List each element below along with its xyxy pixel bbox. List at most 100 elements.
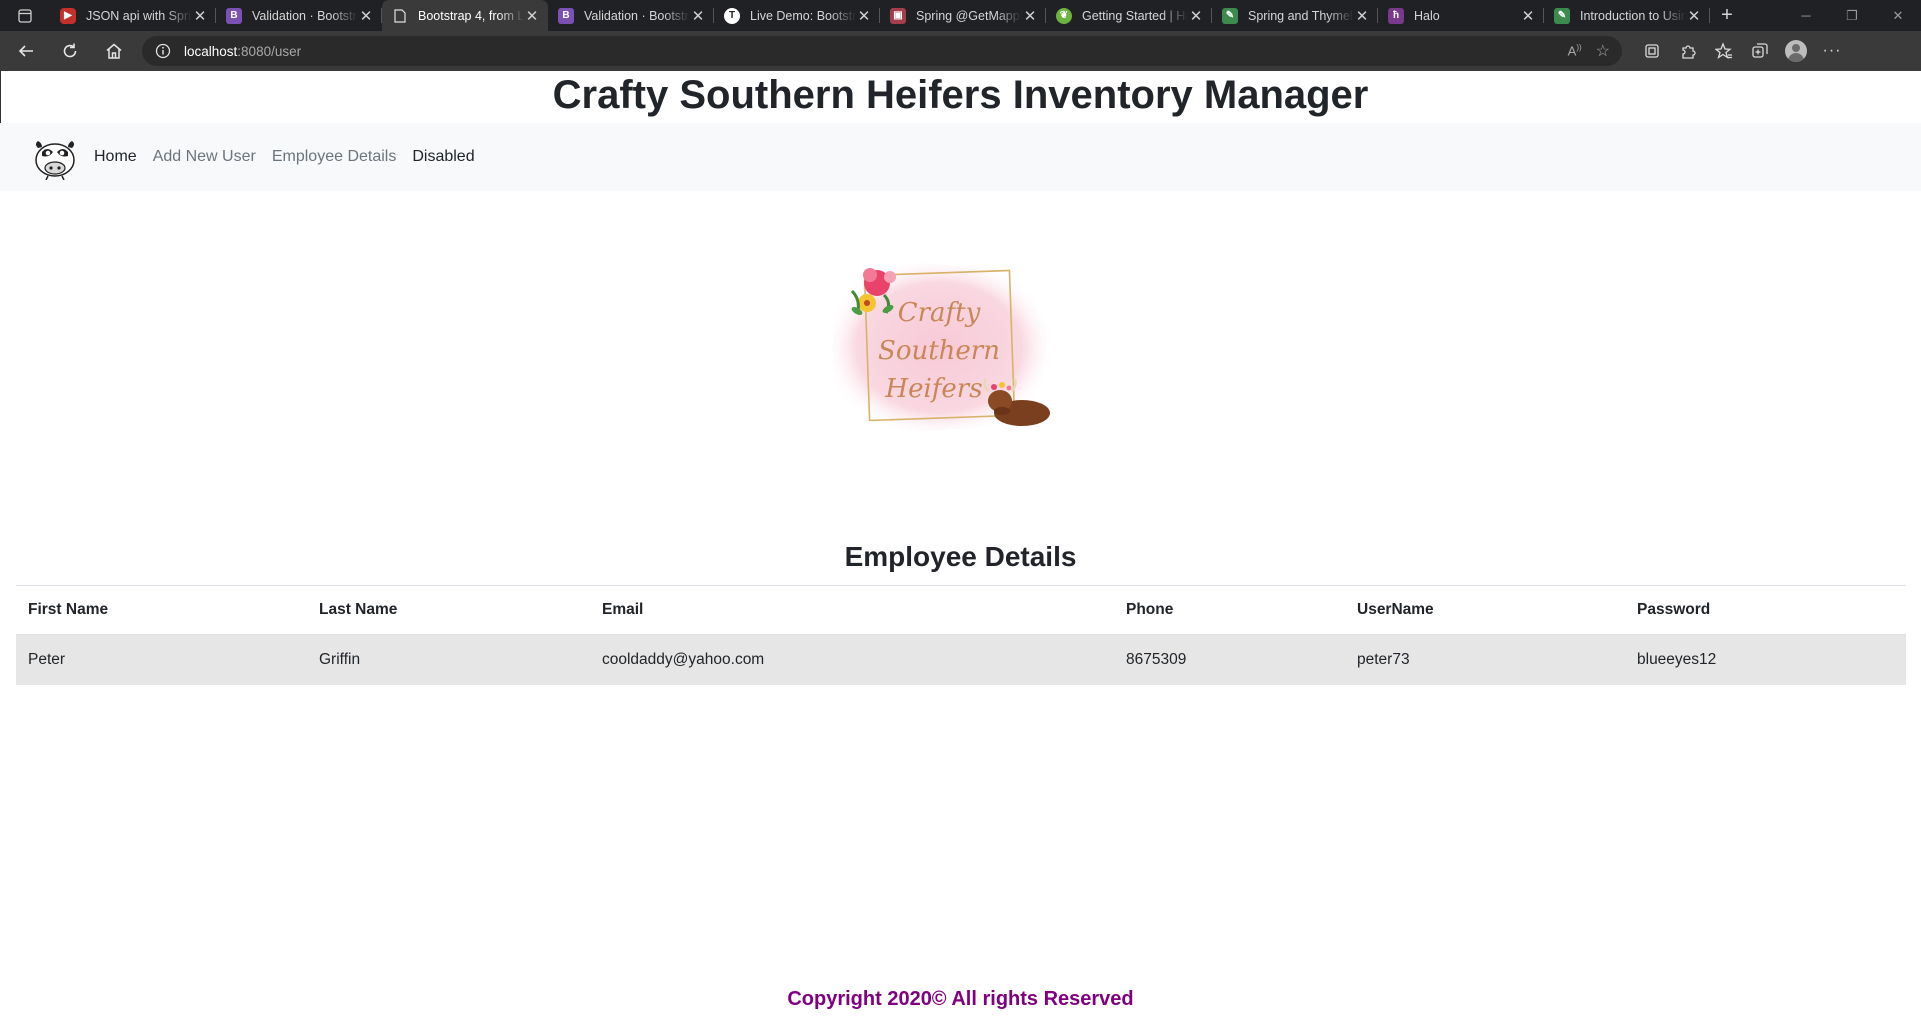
tab-title: Getting Started | Handling xyxy=(1082,8,1188,23)
cell-first-name: Peter xyxy=(16,634,307,685)
tab-close-icon[interactable]: ✕ xyxy=(856,8,872,25)
nav-disabled-link[interactable]: Disabled xyxy=(412,148,474,166)
tab-close-icon[interactable]: ✕ xyxy=(1686,8,1702,25)
minimize-button[interactable]: ─ xyxy=(1783,0,1829,31)
cell-last-name: Griffin xyxy=(307,634,590,685)
tab-close-icon[interactable]: ✕ xyxy=(690,8,706,25)
nav-add-new-user-link[interactable]: Add New User xyxy=(153,148,256,166)
home-icon xyxy=(106,43,122,59)
cell-email: cooldaddy@yahoo.com xyxy=(590,634,1114,685)
tab-close-icon[interactable]: ✕ xyxy=(1520,8,1536,25)
table-row: Peter Griffin cooldaddy@yahoo.com 867530… xyxy=(16,634,1906,685)
tab-title: Spring @GetMapping xyxy=(916,8,1022,23)
refresh-button[interactable] xyxy=(52,35,88,67)
site-title: Crafty Southern Heifers Inventory Manage… xyxy=(552,73,1369,117)
site-favicon-icon: ▣ xyxy=(890,7,906,24)
cell-username: peter73 xyxy=(1345,634,1625,685)
table-header-row: First Name Last Name Email Phone UserNam… xyxy=(16,585,1906,635)
tab-actions-icon xyxy=(18,8,32,23)
browser-tab-2[interactable]: B Validation · Bootstrap ✕ xyxy=(216,0,382,31)
hero-line-1: Crafty xyxy=(898,298,981,328)
profile-avatar-icon xyxy=(1785,40,1807,62)
tab-title: Spring and Thymeleaf xyxy=(1248,8,1354,23)
spring-favicon-icon: ❦ xyxy=(1056,7,1072,24)
collections-icon xyxy=(1752,43,1768,58)
close-icon: ✕ xyxy=(1892,7,1904,23)
crafty-southern-heifers-logo: Crafty Southern Heifers xyxy=(832,263,1050,432)
col-header-first-name: First Name xyxy=(16,585,307,635)
profile-button[interactable] xyxy=(1778,35,1814,67)
browser-tab-4[interactable]: B Validation · Bootstrap ✕ xyxy=(548,0,714,31)
tab-title: Live Demo: Bootstrap xyxy=(750,8,856,23)
refresh-icon xyxy=(63,43,77,58)
nav-home-link[interactable]: Home xyxy=(94,148,137,166)
page-favicon-icon xyxy=(392,8,408,24)
page-viewport: Crafty Southern Heifers Inventory Manage… xyxy=(0,71,1921,1021)
tab-title: Introduction to Using xyxy=(1580,8,1686,23)
close-window-button[interactable]: ✕ xyxy=(1875,0,1921,31)
puzzle-icon xyxy=(1682,45,1696,59)
tab-title: Bootstrap 4, from LayoutIt xyxy=(418,8,524,23)
settings-menu-button[interactable]: ··· xyxy=(1814,35,1850,67)
hero-line-2: Southern xyxy=(878,336,1000,366)
browser-tab-9[interactable]: ħ Halo ✕ xyxy=(1378,0,1544,31)
tab-actions-button[interactable] xyxy=(0,0,50,31)
youtube-favicon-icon: ▶ xyxy=(60,7,76,24)
bootstrap-favicon-icon: B xyxy=(558,7,574,24)
main-navbar: Home Add New User Employee Details Disab… xyxy=(0,123,1921,191)
cow-logo-icon[interactable] xyxy=(32,134,78,180)
col-header-password: Password xyxy=(1625,585,1906,635)
cell-phone: 8675309 xyxy=(1114,634,1345,685)
tab-close-icon[interactable]: ✕ xyxy=(1354,8,1370,25)
col-header-phone: Phone xyxy=(1114,585,1345,635)
split-screen-button[interactable] xyxy=(1634,35,1670,67)
address-bar[interactable]: localhost:8080/user A)) ☆ xyxy=(142,36,1622,66)
bootstrap-favicon-icon: B xyxy=(226,7,242,24)
browser-tab-1[interactable]: ▶ JSON api with Spring ✕ xyxy=(50,0,216,31)
browser-tab-8[interactable]: ✎ Spring and Thymeleaf ✕ xyxy=(1212,0,1378,31)
split-screen-icon xyxy=(1645,44,1659,58)
back-button[interactable] xyxy=(8,35,44,67)
window-controls: ─ ❐ ✕ xyxy=(1783,0,1921,31)
tab-close-icon[interactable]: ✕ xyxy=(1022,8,1038,25)
tab-close-icon[interactable]: ✕ xyxy=(192,8,208,25)
extensions-button[interactable] xyxy=(1670,35,1706,67)
col-header-last-name: Last Name xyxy=(307,585,590,635)
minimize-icon: ─ xyxy=(1801,8,1811,23)
hero-line-3: Heifers xyxy=(884,374,982,404)
nav-employee-details-link[interactable]: Employee Details xyxy=(272,148,397,166)
new-tab-button[interactable]: + xyxy=(1710,0,1744,31)
browser-tab-5[interactable]: T Live Demo: Bootstrap ✕ xyxy=(714,0,880,31)
restore-button[interactable]: ❐ xyxy=(1829,0,1875,31)
more-options-icon: ··· xyxy=(1822,42,1842,59)
employee-table: First Name Last Name Email Phone UserNam… xyxy=(16,585,1906,685)
favorites-button[interactable] xyxy=(1706,35,1742,67)
col-header-username: UserName xyxy=(1345,585,1625,635)
restore-icon: ❐ xyxy=(1846,7,1858,23)
tab-title: Validation · Bootstrap xyxy=(252,8,358,23)
address-actions: A)) ☆ xyxy=(1568,41,1610,61)
collections-button[interactable] xyxy=(1742,35,1778,67)
browser-tab-10[interactable]: ✎ Introduction to Using ✕ xyxy=(1544,0,1710,31)
browser-tab-6[interactable]: ▣ Spring @GetMapping ✕ xyxy=(880,0,1046,31)
tutorial-favicon-icon: T xyxy=(724,7,740,24)
tab-close-icon[interactable]: ✕ xyxy=(1188,8,1204,25)
tab-title: Validation · Bootstrap xyxy=(584,8,690,23)
col-header-email: Email xyxy=(590,585,1114,635)
page-footer: Copyright 2020© All rights Reserved xyxy=(787,988,1134,1010)
home-button[interactable] xyxy=(96,35,132,67)
site-info-icon[interactable] xyxy=(154,42,172,60)
browser-tab-3-active[interactable]: Bootstrap 4, from LayoutIt ✕ xyxy=(382,0,548,31)
add-favorite-icon[interactable]: ☆ xyxy=(1596,41,1610,61)
section-title: Employee Details xyxy=(844,541,1077,572)
browser-tab-7[interactable]: ❦ Getting Started | Handling ✕ xyxy=(1046,0,1212,31)
address-path: :8080/user xyxy=(237,43,302,59)
address-host: localhost xyxy=(184,43,238,59)
plus-icon: + xyxy=(1721,4,1733,26)
thymeleaf-favicon-icon: ✎ xyxy=(1222,7,1238,24)
employee-table-container: First Name Last Name Email Phone UserNam… xyxy=(16,585,1906,685)
tab-close-icon[interactable]: ✕ xyxy=(524,8,540,25)
read-aloud-icon[interactable]: A)) xyxy=(1568,43,1582,58)
tab-title: JSON api with Spring xyxy=(86,8,192,23)
tab-close-icon[interactable]: ✕ xyxy=(358,8,374,25)
